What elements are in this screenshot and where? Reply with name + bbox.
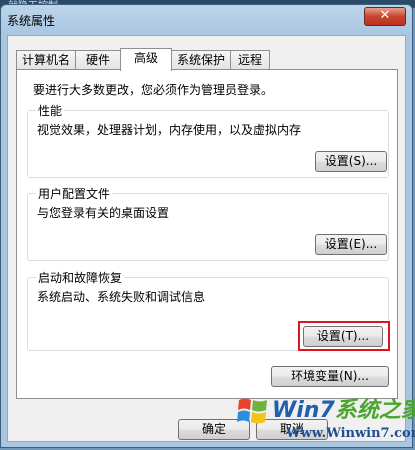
tab-computer-name[interactable]: 计算机名 <box>16 50 76 70</box>
advanced-tab-panel: 要进行大多数更改，您必须作为管理员登录。 性能 视觉效果，处理器计划，内存使用，… <box>16 69 398 399</box>
user-profiles-title: 用户配置文件 <box>36 185 113 202</box>
close-button[interactable]: ✕ <box>364 7 406 26</box>
system-properties-dialog: 系统属性 ✕ 计算机名 硬件 高级 系统保护 远程 要进行大多数更改，您必须作为… <box>0 4 413 448</box>
user-profiles-settings-button[interactable]: 设置(E)... <box>315 234 387 255</box>
startup-recovery-title: 启动和故障恢复 <box>36 269 125 286</box>
startup-recovery-group: 启动和故障恢复 系统启动、系统失败和调试信息 设置(T)... <box>27 269 390 351</box>
site-watermark: Win7系统之家 Www.Winwin7.com <box>236 392 415 446</box>
environment-variables-button[interactable]: 环境变量(N)... <box>271 366 389 387</box>
performance-description: 视觉效果，处理器计划，内存使用，以及虚拟内存 <box>37 123 302 137</box>
performance-group: 性能 视觉效果，处理器计划，内存使用，以及虚拟内存 设置(S)... <box>27 102 389 178</box>
watermark-url: Www.Winwin7.com <box>286 426 415 441</box>
close-icon: ✕ <box>379 8 391 23</box>
startup-recovery-description: 系统启动、系统失败和调试信息 <box>37 290 206 304</box>
tab-remote[interactable]: 远程 <box>230 50 270 70</box>
watermark-brand: Win7系统之家 <box>272 398 415 423</box>
startup-recovery-settings-button[interactable]: 设置(T)... <box>303 326 383 347</box>
dialog-client-area: 计算机名 硬件 高级 系统保护 远程 要进行大多数更改，您必须作为管理员登录。 … <box>7 35 406 442</box>
admin-notice: 要进行大多数更改，您必须作为管理员登录。 <box>33 83 274 97</box>
title-bar[interactable]: 系统属性 ✕ <box>1 5 412 35</box>
performance-settings-button[interactable]: 设置(S)... <box>315 151 387 172</box>
windows-logo-icon <box>237 398 267 424</box>
tab-system-protection[interactable]: 系统保护 <box>171 50 231 70</box>
performance-title: 性能 <box>36 102 65 119</box>
user-profiles-group: 用户配置文件 与您登录有关的桌面设置 设置(E)... <box>27 185 389 261</box>
tab-advanced[interactable]: 高级 <box>120 48 172 71</box>
tab-hardware[interactable]: 硬件 <box>75 50 121 70</box>
window-title: 系统属性 <box>7 14 56 28</box>
user-profiles-description: 与您登录有关的桌面设置 <box>37 206 170 220</box>
